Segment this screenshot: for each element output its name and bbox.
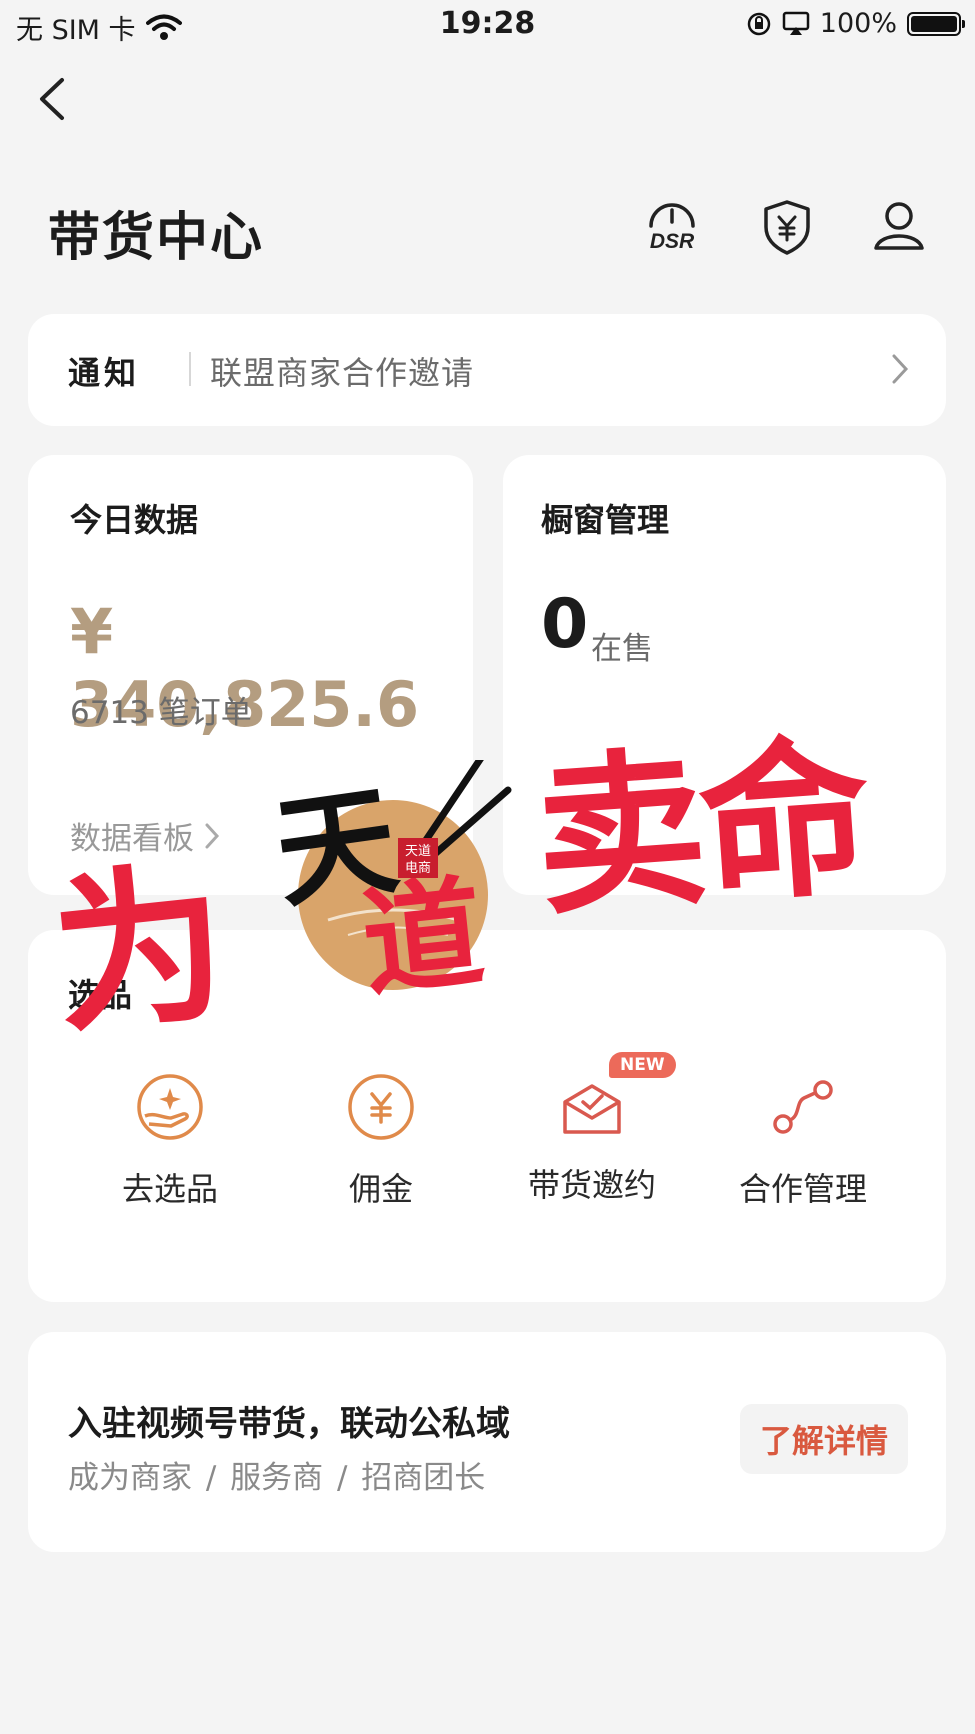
notice-bar[interactable]: 通知 联盟商家合作邀请 [28, 314, 946, 426]
battery-fill [911, 15, 957, 32]
page-title: 带货中心 [48, 208, 265, 268]
promo-subtitle: 成为商家 / 服务商 / 招商团长 [68, 1460, 486, 1496]
promo-title: 入驻视频号带货，联动公私域 [68, 1404, 510, 1444]
yuan-circle-icon [348, 1074, 414, 1140]
today-data-card[interactable]: 今日数据 ¥ 340,825.6 6713 笔订单 数据看板 [28, 455, 473, 895]
user-icon[interactable] [868, 196, 930, 258]
showcase-unit: 在售 [591, 631, 653, 667]
chevron-right-icon [892, 354, 909, 384]
showcase-count: 0 [541, 585, 589, 664]
connection-icon [773, 1080, 833, 1134]
showcase-title: 橱窗管理 [541, 501, 670, 539]
promo-card: 入驻视频号带货，联动公私域 成为商家 / 服务商 / 招商团长 了解详情 [28, 1332, 946, 1552]
airplay-icon [782, 11, 810, 35]
yuan-shield-icon[interactable] [756, 196, 818, 258]
tool-label: 合作管理 [738, 1170, 867, 1208]
battery-icon [907, 11, 965, 36]
tool-label: 佣金 [348, 1170, 413, 1208]
chevron-right-icon [205, 823, 220, 848]
battery-percent: 100% [819, 8, 897, 39]
new-badge: NEW [609, 1052, 676, 1078]
data-dashboard-link[interactable]: 数据看板 [70, 813, 220, 858]
back-arrow-icon[interactable] [34, 74, 70, 124]
tool-label: 带货邀约 [527, 1166, 656, 1204]
tools-title: 选品 [68, 976, 133, 1014]
tool-invitations[interactable]: NEW 带货邀约 [492, 1052, 692, 1206]
dsr-label: DSR [650, 230, 695, 253]
tool-select-products[interactable]: 去选品 [70, 1072, 270, 1210]
tools-card: 选品 去选品 佣金 NEW 带货邀约 合作管理 [28, 930, 946, 1302]
divider [189, 352, 191, 386]
today-order-count: 6713 笔订单 [70, 695, 252, 731]
hand-star-icon [137, 1074, 203, 1140]
learn-more-button[interactable]: 了解详情 [740, 1404, 908, 1474]
status-bar: 无 SIM 卡 19:28 100% [0, 0, 975, 50]
dsr-gauge-icon[interactable]: DSR [641, 196, 703, 258]
tool-cooperation[interactable]: 合作管理 [703, 1072, 903, 1210]
showcase-card[interactable]: 橱窗管理 0 在售 [503, 455, 946, 895]
data-dashboard-label: 数据看板 [70, 821, 194, 857]
notice-label: 通知 [68, 354, 141, 392]
today-data-title: 今日数据 [70, 501, 199, 539]
tool-commission[interactable]: 佣金 [281, 1072, 481, 1210]
envelope-check-icon [563, 1084, 621, 1134]
tool-label: 去选品 [121, 1170, 218, 1208]
orientation-lock-icon [747, 12, 771, 35]
notice-text: 联盟商家合作邀请 [210, 354, 475, 392]
